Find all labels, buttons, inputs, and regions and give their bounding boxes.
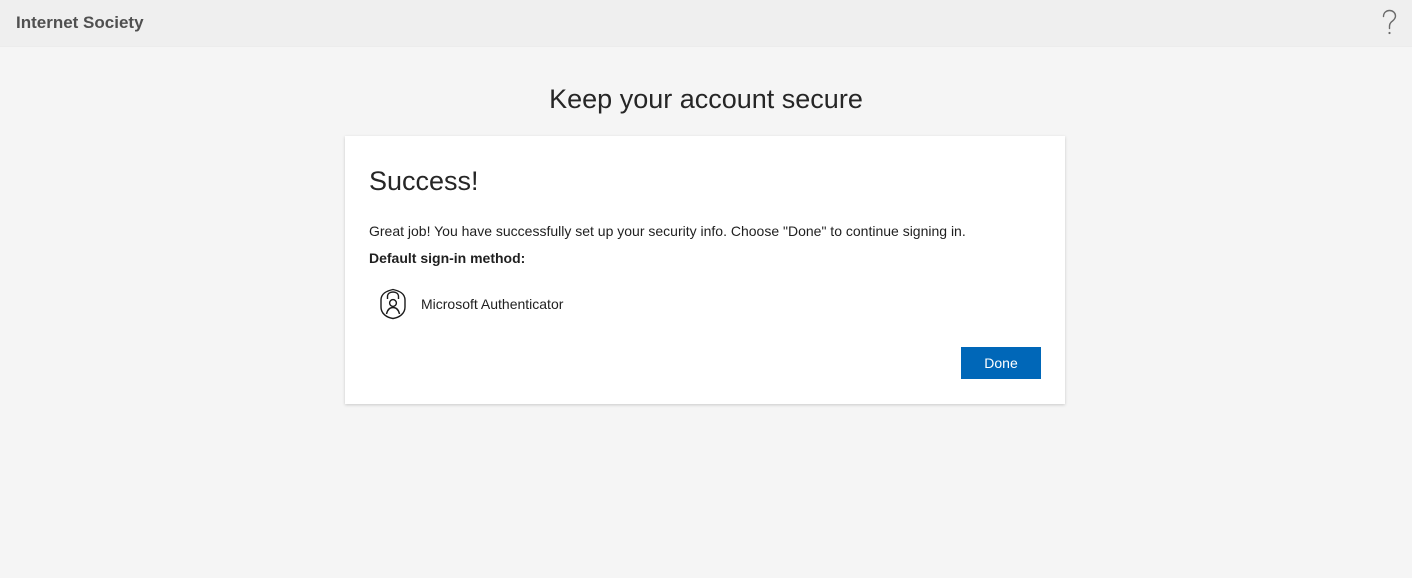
method-name: Microsoft Authenticator <box>421 296 564 312</box>
authenticator-lock-icon <box>379 288 407 320</box>
default-method-row: Microsoft Authenticator <box>379 288 563 320</box>
success-card: Success! Great job! You have successfull… <box>345 136 1065 404</box>
default-method-label: Default sign-in method: <box>369 250 526 266</box>
organization-name: Internet Society <box>16 13 144 32</box>
top-bar: Internet Society <box>0 0 1412 47</box>
done-button[interactable]: Done <box>961 347 1041 379</box>
help-question-icon[interactable] <box>1380 9 1398 37</box>
page-title: Keep your account secure <box>549 84 863 114</box>
card-title: Success! <box>369 166 479 196</box>
success-message: Great job! You have successfully set up … <box>369 223 966 239</box>
